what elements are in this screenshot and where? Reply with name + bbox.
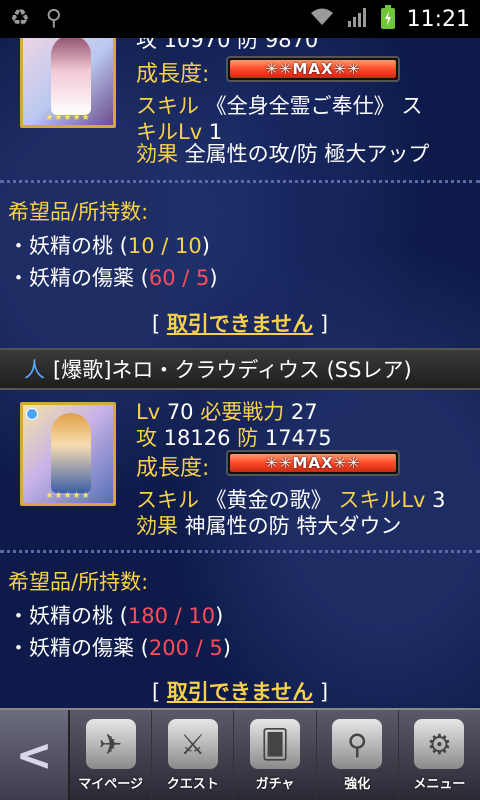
skill-name: 《全身全霊ご奉仕》 ス (199, 94, 423, 118)
wanted-item: ・妖精の傷薬 (200 / 5) (8, 636, 231, 660)
gear-icon: ⚙ (414, 719, 465, 769)
battery-icon (380, 4, 395, 34)
wanted-item: ・妖精の桃 (180 / 10) (8, 604, 224, 628)
divider (0, 550, 480, 553)
rarity-stars: ★★★★★ (45, 113, 91, 123)
growth-label: 成長度: (136, 456, 210, 481)
nav-gacha[interactable]: 🂠 ガチャ (234, 710, 317, 800)
skill-key: スキル (136, 94, 199, 118)
upgrade-icon: ⚲ (332, 719, 383, 769)
growth-max-text: ✳✳MAX✳✳ (230, 454, 396, 472)
bottom-nav: < ✈ マイページ ⚔ クエスト 🂠 ガチャ ⚲ 強化 ⚙ メニュー (0, 708, 480, 800)
trade-button[interactable]: 取引できません (167, 680, 313, 704)
nav-upgrade[interactable]: ⚲ 強化 (317, 710, 399, 800)
wanted-item: ・妖精の傷薬 (60 / 5) (8, 266, 218, 290)
wanted-title: 希望品/所持数: (8, 570, 149, 594)
attribute-icon: 人 (24, 358, 45, 382)
chevron-left-icon: < (15, 729, 53, 781)
gacha-icon: 🂠 (250, 719, 300, 769)
wanted-title: 希望品/所持数: (8, 200, 149, 224)
trade-row: [ 取引できません ] (151, 312, 329, 336)
effect-key: 効果 (136, 142, 178, 166)
attack-defense-line: 攻 18126 防 17475 (136, 426, 332, 450)
growth-label: 成長度: (136, 62, 210, 87)
effect-value: 全属性の攻/防 極大アップ (178, 142, 430, 166)
wanted-item: ・妖精の桃 (10 / 10) (8, 234, 210, 258)
growth-bar: ✳✳MAX✳✳ (226, 56, 400, 82)
card-title: [爆歌]ネロ・クラウディウス (SSレア) (53, 358, 412, 382)
card-thumbnail[interactable]: ★★★★★ (20, 38, 116, 128)
element-badge-icon (26, 408, 38, 420)
mypage-icon: ✈ (85, 719, 136, 769)
trade-button[interactable]: 取引できません (167, 312, 313, 336)
nav-menu[interactable]: ⚙ メニュー (399, 710, 480, 800)
rarity-stars: ★★★★★ (45, 491, 91, 501)
character-art (51, 38, 91, 115)
usb-icon: ⚲ (45, 6, 62, 31)
trade-list[interactable]: ★★★★★ 攻 10970 防 9870 成長度: ✳✳MAX✳✳ スキル 《全… (0, 38, 480, 708)
effect-line: 効果 全属性の攻/防 極大アップ (136, 138, 429, 168)
character-art (51, 413, 91, 493)
clock: 11:21 (406, 6, 470, 32)
growth-max-text: ✳✳MAX✳✳ (230, 60, 396, 78)
nav-quest[interactable]: ⚔ クエスト (152, 710, 235, 800)
quest-icon: ⚔ (167, 719, 218, 769)
wifi-icon (309, 7, 335, 32)
effect-line: 効果 神属性の防 特大ダウン (136, 514, 402, 538)
attack-defense-line: 攻 10970 防 9870 (136, 38, 319, 52)
back-button[interactable]: < (0, 710, 70, 800)
divider (0, 180, 480, 183)
recycle-icon: ♻ (10, 6, 30, 31)
card-header: 人 [爆歌]ネロ・クラウディウス (SSレア) (0, 348, 480, 390)
growth-bar: ✳✳MAX✳✳ (226, 450, 400, 476)
trade-row: [ 取引できません ] (151, 680, 329, 704)
nav-mypage[interactable]: ✈ マイページ (70, 710, 153, 800)
card-thumbnail[interactable]: ★★★★★ (20, 402, 116, 506)
signal-icon (347, 7, 369, 32)
status-bar: ♻ ⚲ 11:21 (0, 0, 480, 38)
